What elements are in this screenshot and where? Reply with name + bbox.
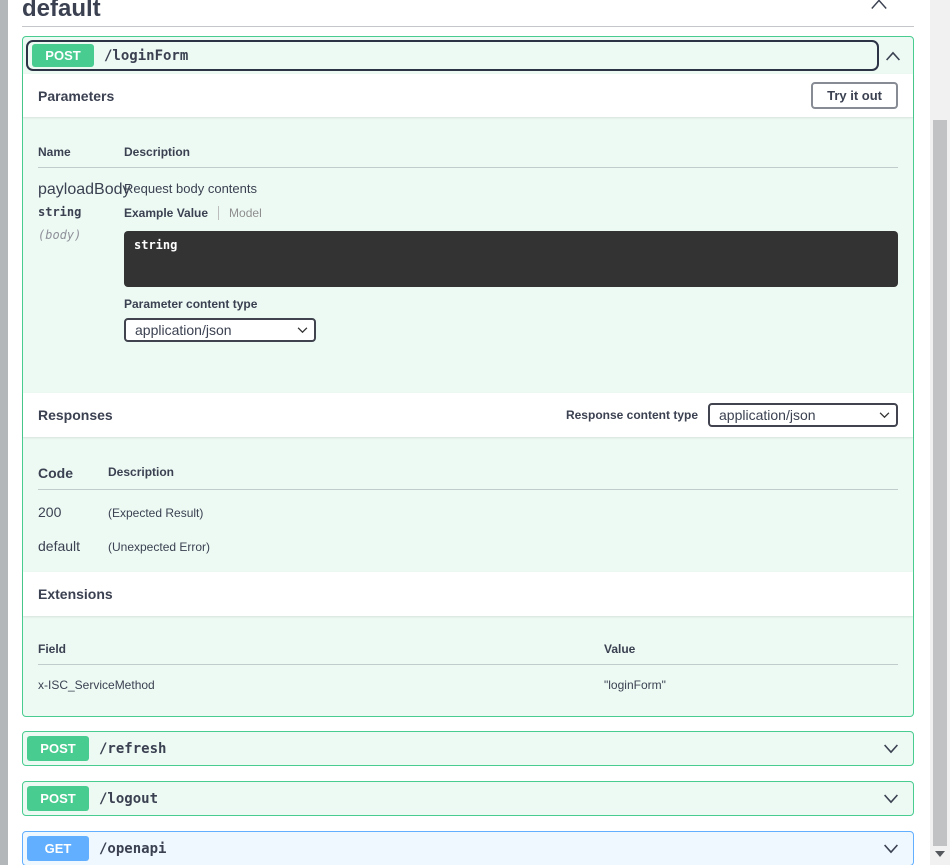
parameter-description: Request body contents [124, 181, 257, 196]
responses-table-head: Code Description [38, 437, 898, 490]
vertical-scrollbar[interactable] [930, 0, 950, 865]
tag-section-default[interactable]: default [22, 0, 914, 27]
method-badge-post: POST [27, 786, 89, 811]
response-row-default: default (Unexpected Error) [38, 520, 898, 554]
parameter-row-payloadBody: payloadBody string (body) Request body c… [38, 168, 898, 342]
responses-header: Responses Response content type applicat… [23, 393, 913, 437]
parameters-title: Parameters [38, 87, 115, 104]
chevron-down-icon[interactable] [877, 843, 905, 855]
extension-value: "loginForm" [604, 678, 666, 692]
parameters-table-head: Name Description [38, 117, 898, 168]
main-content: default POST /loginForm Parameters Try i… [8, 0, 930, 865]
tab-model[interactable]: Model [229, 206, 262, 220]
operation-path: /loginForm [104, 47, 189, 64]
opblock-refresh: POST /refresh [22, 731, 914, 766]
tab-separator [218, 206, 220, 220]
col-header-name: Name [38, 145, 71, 159]
swagger-ui-page: default POST /loginForm Parameters Try i… [0, 0, 950, 865]
response-content-type-select[interactable]: application/json [708, 403, 898, 427]
operation-path: /refresh [99, 740, 167, 757]
col-header-code: Code [38, 465, 73, 481]
scrollbar-down-arrow-icon[interactable] [935, 851, 945, 857]
extension-row: x-ISC_ServiceMethod "loginForm" [38, 665, 898, 692]
extensions-title: Extensions [38, 586, 113, 602]
opblock-logout: POST /logout [22, 781, 914, 816]
parameters-table: Name Description payloadBody string (bod… [23, 117, 913, 393]
operation-path: /logout [99, 790, 159, 807]
response-description: (Expected Result) [108, 506, 204, 520]
method-badge-post: POST [27, 736, 89, 761]
col-header-value: Value [604, 642, 636, 656]
response-description: (Unexpected Error) [108, 540, 211, 554]
operation-path: /openapi [99, 840, 167, 857]
parameter-content-type-label: Parameter content type [124, 297, 258, 311]
method-badge-get: GET [27, 836, 89, 861]
parameter-name: payloadBody [38, 181, 131, 198]
col-header-field: Field [38, 642, 67, 656]
opblock-summary-button[interactable]: POST /loginForm [26, 40, 879, 71]
parameters-header: Parameters Try it out [23, 74, 913, 117]
example-value-code-block: string [124, 231, 898, 287]
extension-field: x-ISC_ServiceMethod [38, 678, 155, 692]
response-row-200: 200 (Expected Result) [38, 490, 898, 520]
extensions-table-head: Field Value [38, 616, 898, 665]
col-header-description: Description [124, 145, 191, 159]
parameter-location: (body) [38, 228, 82, 242]
opblock-summary-logout[interactable]: POST /logout [23, 782, 913, 815]
opblock-openapi: GET /openapi [22, 831, 914, 865]
chevron-up-icon[interactable] [870, 0, 888, 11]
tab-example-value[interactable]: Example Value [124, 206, 208, 220]
response-content-type-label: Response content type [565, 408, 698, 422]
try-it-out-button[interactable]: Try it out [811, 82, 898, 109]
tag-title: default [22, 0, 101, 22]
response-code: default [38, 538, 81, 554]
method-badge-post: POST [32, 44, 94, 67]
extensions-table: Field Value x-ISC_ServiceMethod "loginFo… [23, 616, 913, 716]
col-header-description: Description [108, 465, 175, 479]
chevron-down-icon[interactable] [877, 743, 905, 755]
scrollbar-thumb[interactable] [933, 120, 947, 846]
response-code: 200 [38, 504, 62, 520]
extensions-header: Extensions [23, 572, 913, 616]
opblock-summary-openapi[interactable]: GET /openapi [23, 832, 913, 865]
model-example-tabs: Example Value Model [124, 206, 898, 220]
parameter-type: string [38, 205, 82, 219]
left-gutter [0, 0, 8, 865]
chevron-up-icon[interactable] [879, 50, 907, 62]
parameter-content-type-select[interactable]: application/json [124, 318, 316, 342]
responses-title: Responses [38, 407, 113, 423]
chevron-down-icon[interactable] [877, 793, 905, 805]
opblock-summary-refresh[interactable]: POST /refresh [23, 732, 913, 765]
opblock-summary-loginForm[interactable]: POST /loginForm [23, 37, 913, 74]
responses-table: Code Description 200 (Expected Result) d… [23, 437, 913, 572]
opblock-loginForm: POST /loginForm Parameters Try it out Na… [22, 36, 914, 717]
